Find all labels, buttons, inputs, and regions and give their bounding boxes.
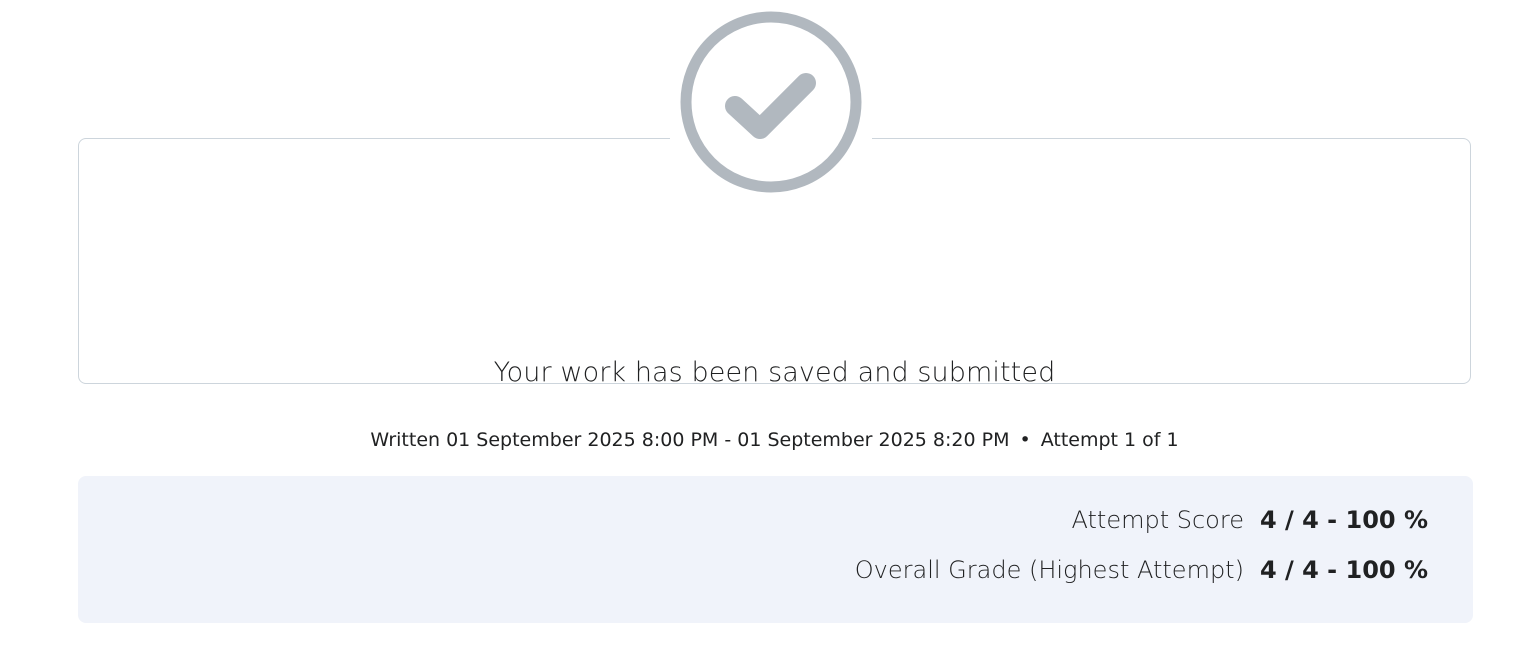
overall-grade-label: Overall Grade (Highest Attempt) — [854, 556, 1244, 584]
attempt-score-label: Attempt Score — [1071, 506, 1244, 534]
written-time-range: Written 01 September 2025 8:00 PM - 01 S… — [370, 429, 1010, 451]
check-circle-icon — [680, 11, 862, 193]
submission-details: Written 01 September 2025 8:00 PM - 01 S… — [79, 429, 1470, 451]
attempt-score-row: Attempt Score 4 / 4 - 100 % — [1072, 506, 1429, 534]
attempt-score-value: 4 / 4 - 100 % — [1259, 506, 1428, 534]
confirmation-title: Your work has been saved and submitted — [493, 357, 1056, 388]
score-summary-panel: Attempt Score 4 / 4 - 100 % Overall Grad… — [78, 476, 1473, 623]
attempt-count: Attempt 1 of 1 — [1040, 429, 1179, 451]
overall-grade-value: 4 / 4 - 100 % — [1259, 556, 1428, 584]
overall-grade-row: Overall Grade (Highest Attempt) 4 / 4 - … — [855, 556, 1428, 584]
details-separator: • — [1019, 429, 1031, 451]
